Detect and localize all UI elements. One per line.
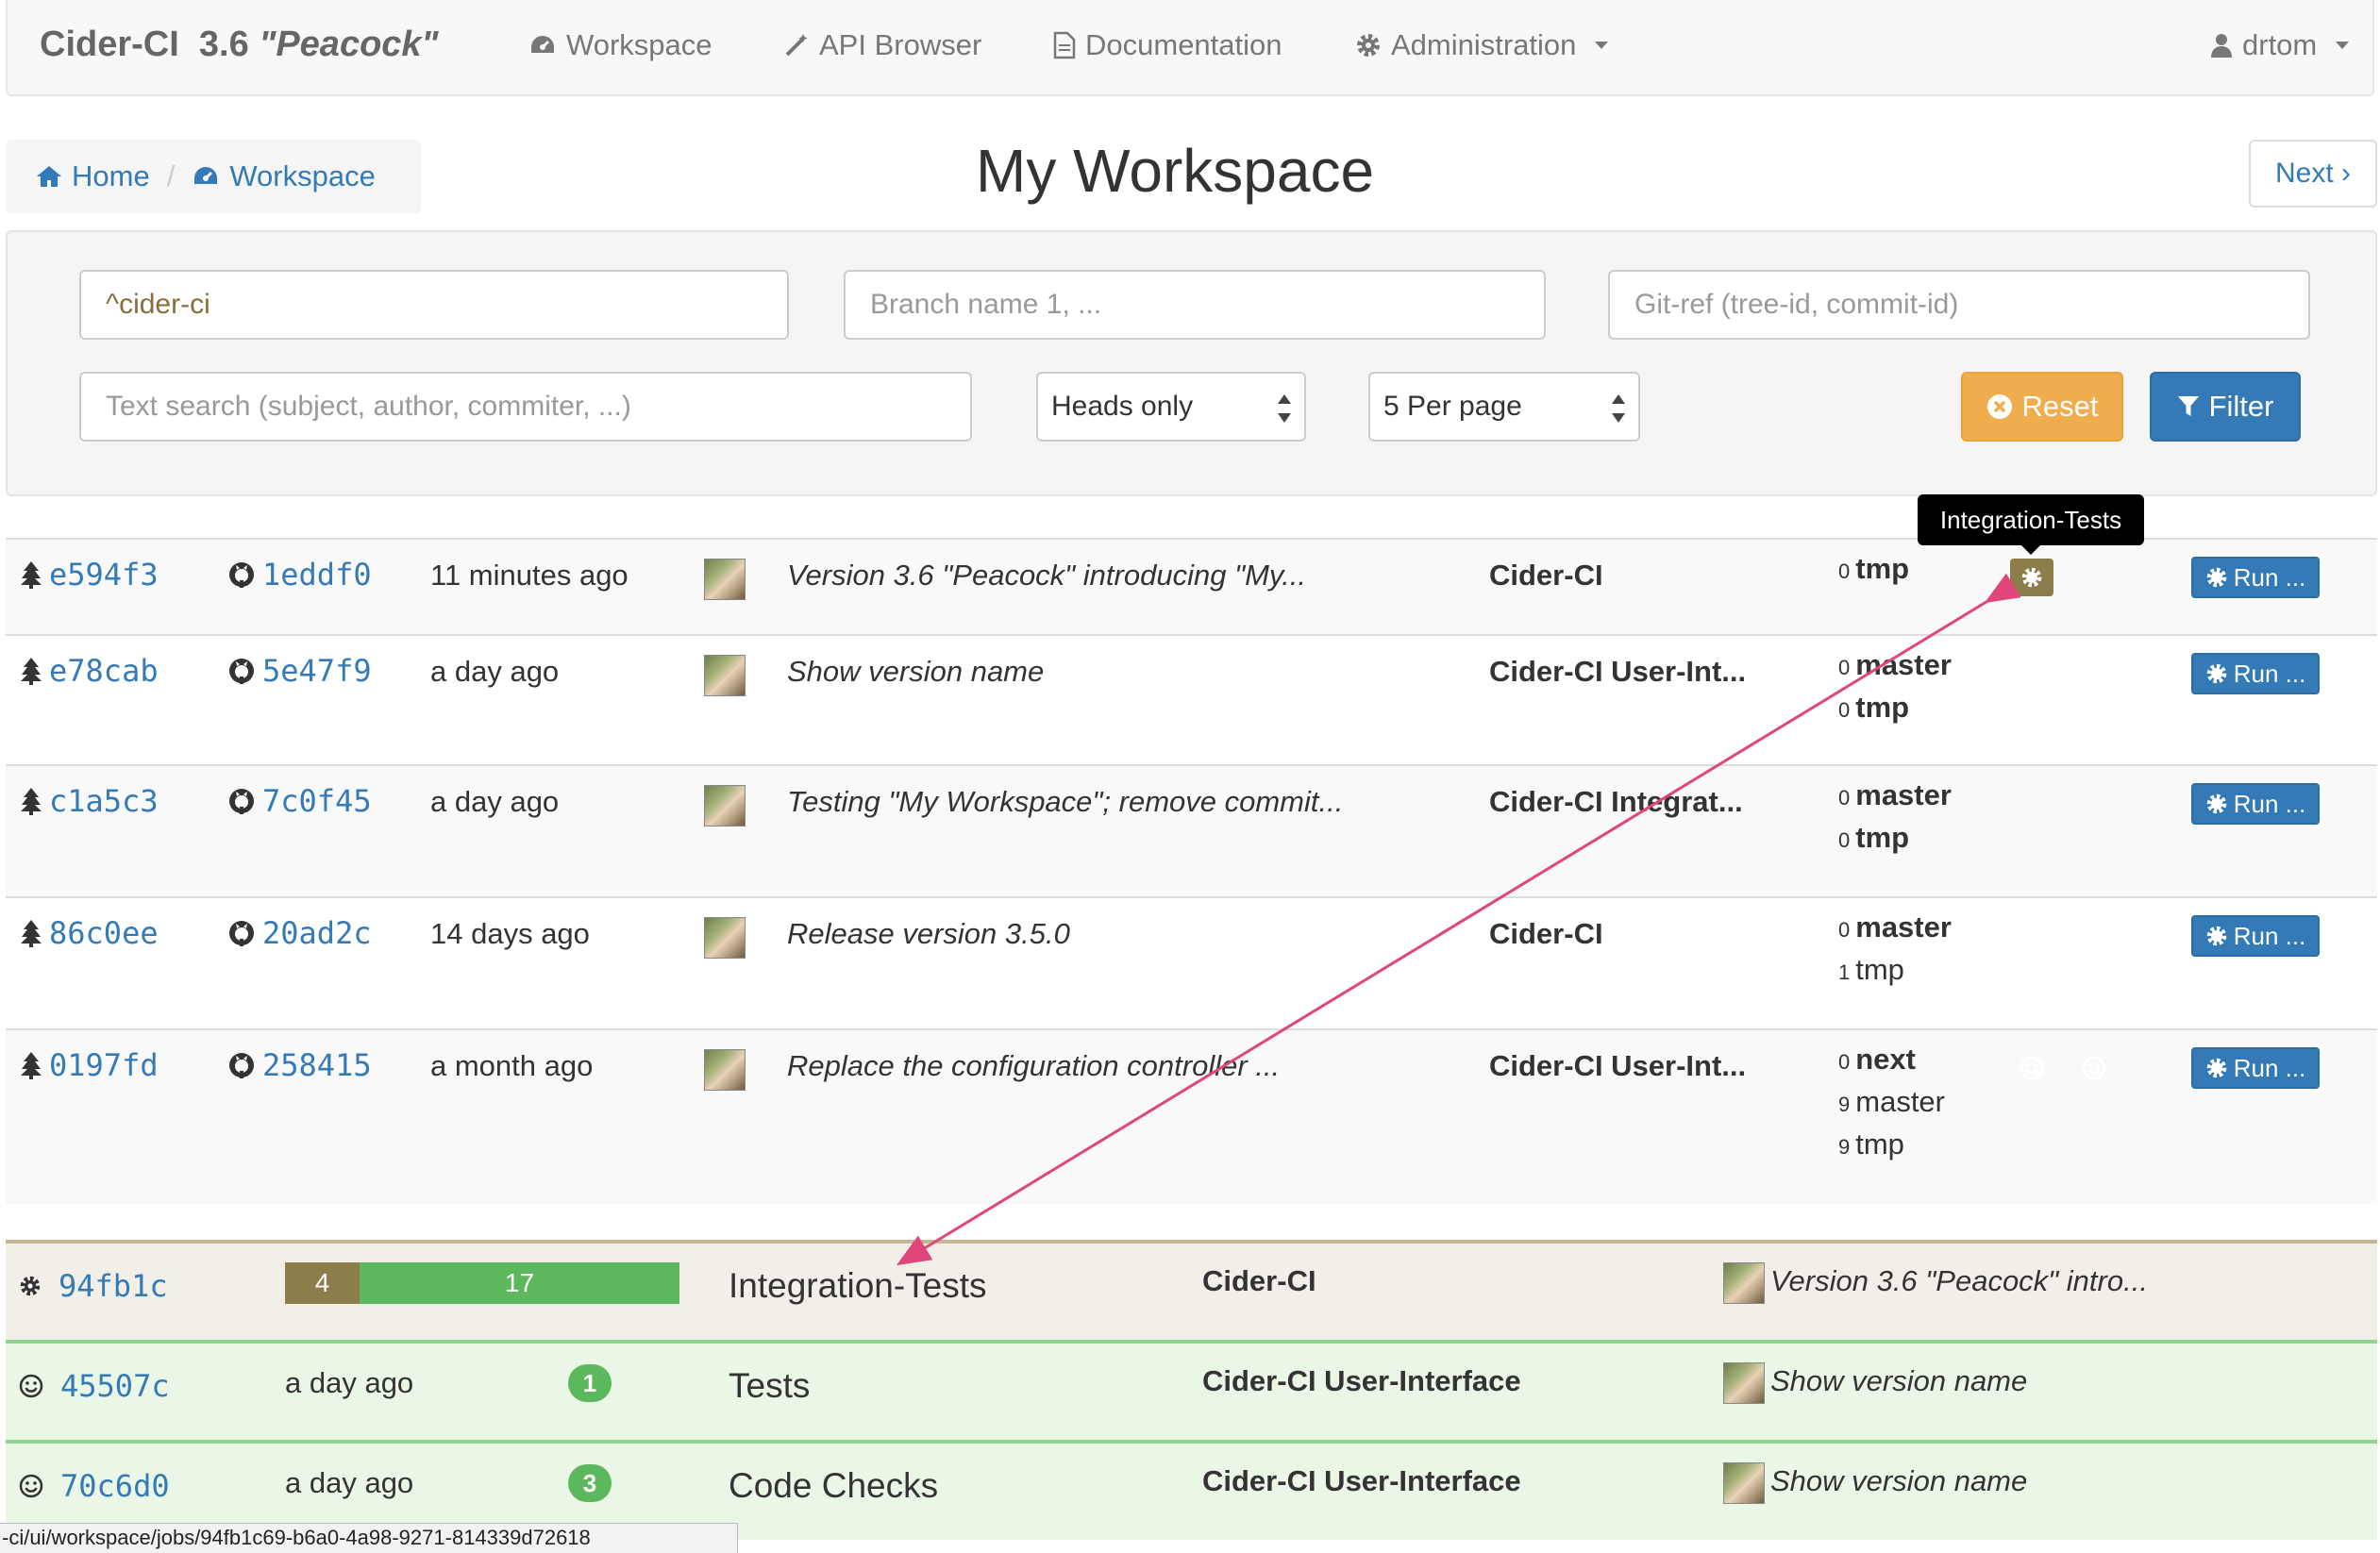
browser-status-bar: -ci/ui/workspace/jobs/94fb1c69-b6a0-4a98… bbox=[0, 1523, 738, 1553]
annotation-arrow bbox=[896, 573, 2021, 1266]
